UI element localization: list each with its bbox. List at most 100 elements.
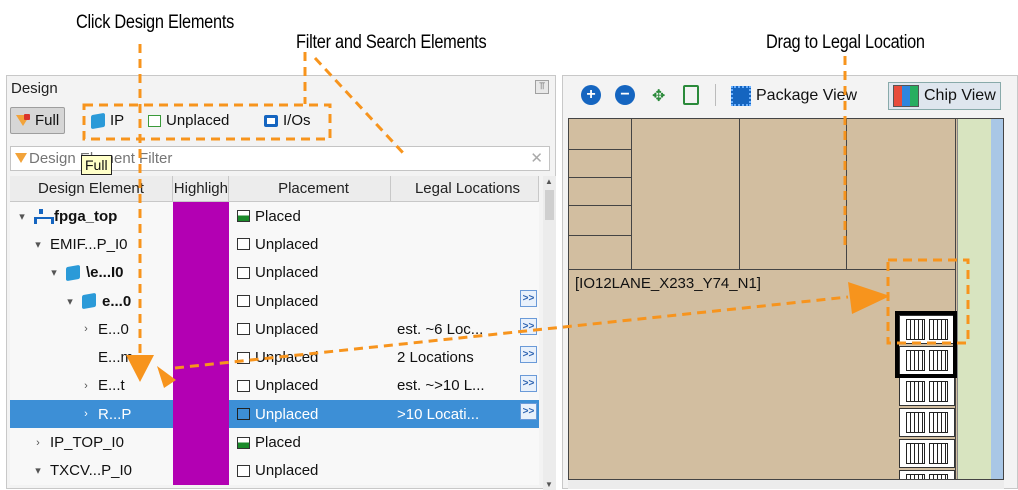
floorplan-line	[569, 177, 631, 178]
export-icon[interactable]	[683, 85, 699, 105]
design-element-cell[interactable]: › E...t	[10, 372, 173, 400]
more-locations-button[interactable]: >>	[520, 289, 537, 307]
col-header-placement[interactable]: Placement	[229, 176, 391, 201]
highlight-cell[interactable]	[173, 428, 229, 457]
expand-toggle-icon[interactable]: ▾	[48, 266, 60, 279]
col-header-highlight[interactable]: Highligh	[173, 176, 229, 201]
design-element-cell[interactable]: ▾ e...0	[10, 287, 173, 315]
highlight-cell[interactable]	[173, 230, 229, 259]
col-header-legal-locations[interactable]: Legal Locations	[391, 176, 539, 201]
expand-toggle-icon[interactable]: ›	[80, 408, 92, 420]
table-row[interactable]: › IP_TOP_I0 Placed	[10, 428, 539, 457]
placement-cell: Placed	[229, 428, 391, 456]
horizontal-scrollbar[interactable]	[568, 480, 1004, 489]
highlight-cell[interactable]	[173, 202, 229, 231]
highlight-cell[interactable]	[173, 400, 229, 429]
floorplan-line	[569, 149, 631, 150]
legal-locations-cell: >>	[391, 287, 539, 315]
placement-cell: Unplaced	[229, 315, 391, 343]
element-name: E...m	[98, 349, 134, 367]
design-element-cell[interactable]: › IP_TOP_I0	[10, 428, 173, 456]
element-name: e...0	[102, 292, 132, 310]
design-element-cell[interactable]: ▾ TXCV...P_I0	[10, 457, 173, 485]
clear-icon[interactable]: ✕	[530, 149, 543, 167]
highlight-cell[interactable]	[173, 371, 229, 401]
design-element-cell[interactable]: › E...0	[10, 315, 173, 343]
placement-status: Unplaced	[255, 235, 319, 253]
placement-cell: Unplaced	[229, 343, 391, 371]
more-locations-button[interactable]: >>	[520, 403, 537, 421]
fit-view-icon[interactable]: ✥	[652, 86, 665, 106]
highlight-cell[interactable]	[173, 315, 229, 344]
floorplan-line	[569, 269, 955, 270]
io-bank-block[interactable]	[899, 408, 955, 437]
legal-locations-cell: >10 Locati... >>	[391, 400, 539, 428]
more-locations-button[interactable]: >>	[520, 318, 537, 336]
io-bank-block[interactable]	[899, 377, 955, 406]
more-locations-button[interactable]: >>	[520, 346, 537, 364]
table-row[interactable]: › R...P Unplaced >10 Locati... >>	[10, 400, 539, 429]
unplaced-button[interactable]: Unplaced	[143, 107, 234, 134]
table-row[interactable]: E...m Unplaced 2 Locations >>	[10, 343, 539, 372]
ip-cube-icon	[91, 112, 105, 129]
table-row[interactable]: ▾ TXCV...P_I0 Unplaced	[10, 456, 539, 485]
floorplan-line	[569, 205, 631, 206]
ios-button[interactable]: I/Os	[259, 107, 316, 134]
floorplan-line	[846, 119, 847, 269]
chip-toolbar: + − ✥ Package View Chip View	[563, 76, 1017, 114]
vertical-scrollbar[interactable]: ▲ ▼	[543, 176, 556, 490]
placement-cell: Unplaced	[229, 457, 391, 485]
full-button[interactable]: Full	[10, 107, 66, 134]
table-row[interactable]: ▾ fpga_top Placed	[10, 202, 539, 231]
placement-status: Unplaced	[255, 264, 319, 282]
design-element-cell[interactable]: ▾ EMIF...P_I0	[10, 230, 173, 258]
table-row[interactable]: › E...0 Unplaced est. ~6 Loc... >>	[10, 315, 539, 344]
table-header: Design Element Highligh Placement Legal …	[10, 176, 539, 202]
periphery-strip	[957, 119, 991, 479]
io-bank-block[interactable]	[899, 470, 955, 479]
filter-funnel-icon	[15, 153, 27, 163]
expand-toggle-icon[interactable]: ▾	[32, 238, 44, 251]
unplaced-button-label: Unplaced	[166, 112, 230, 129]
pin-icon[interactable]: ⫪	[535, 80, 549, 94]
more-locations-button[interactable]: >>	[520, 374, 537, 392]
highlight-cell[interactable]	[173, 343, 229, 372]
placement-status: Unplaced	[255, 320, 319, 338]
highlight-cell[interactable]	[173, 258, 229, 287]
design-element-cell[interactable]: E...m	[10, 343, 173, 371]
expand-toggle-icon[interactable]: ▾	[32, 464, 44, 477]
design-element-cell[interactable]: ▾ fpga_top	[10, 202, 173, 230]
io-bank-block[interactable]	[899, 439, 955, 468]
expand-toggle-icon[interactable]: ›	[80, 323, 92, 335]
expand-toggle-icon[interactable]: ›	[80, 380, 92, 392]
legal-locations-value: 2 Locations	[397, 349, 474, 367]
io-pin-cell	[906, 381, 925, 402]
element-name: fpga_top	[54, 207, 118, 225]
placement-status: Unplaced	[255, 377, 319, 395]
highlight-cell[interactable]	[173, 286, 229, 316]
table-row[interactable]: › E...t Unplaced est. ~>10 L... >>	[10, 371, 539, 401]
design-element-cell[interactable]: › R...P	[10, 400, 173, 428]
element-name: \e...I0	[86, 264, 124, 282]
expand-toggle-icon[interactable]: ›	[32, 437, 44, 449]
placement-status-icon	[237, 379, 250, 392]
ip-button[interactable]: IP	[86, 107, 129, 134]
chip-floorplan[interactable]: [IO12LANE_X233_Y74_N1]	[568, 118, 1004, 480]
highlight-cell[interactable]	[173, 456, 229, 485]
zoom-in-icon[interactable]: +	[581, 85, 601, 105]
chip-view-button[interactable]: Chip View	[888, 82, 1001, 110]
chip-grid-icon	[893, 85, 919, 107]
floorplan-line	[631, 119, 632, 269]
table-row[interactable]: ▾ e...0 Unplaced >>	[10, 286, 539, 316]
table-row[interactable]: ▾ \e...I0 Unplaced	[10, 258, 539, 287]
col-header-design-element[interactable]: Design Element	[10, 176, 173, 201]
placement-status-icon	[237, 436, 250, 449]
io-pin-cell	[929, 412, 948, 433]
table-row[interactable]: ▾ EMIF...P_I0 Unplaced	[10, 230, 539, 259]
element-name: EMIF...P_I0	[50, 235, 128, 253]
expand-toggle-icon[interactable]: ▾	[64, 295, 76, 308]
package-view-button[interactable]: Package View	[727, 82, 861, 110]
expand-toggle-icon[interactable]: ▾	[16, 210, 28, 223]
design-element-cell[interactable]: ▾ \e...I0	[10, 259, 173, 287]
zoom-out-icon[interactable]: −	[615, 85, 635, 105]
